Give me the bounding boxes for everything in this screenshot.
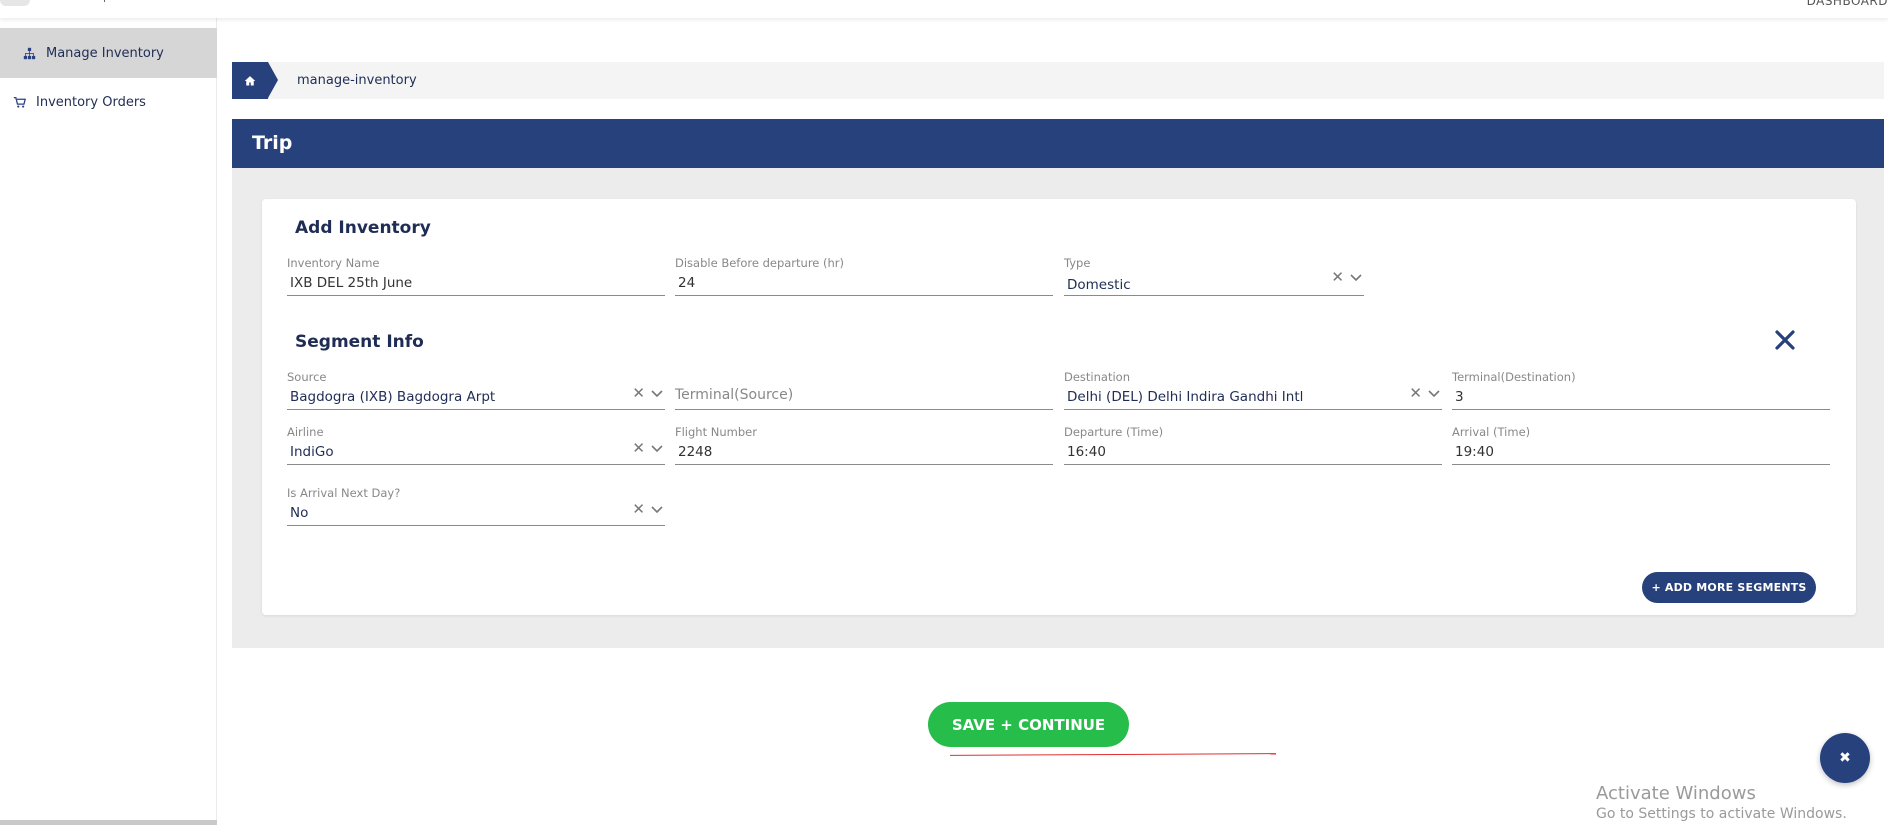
field-label: Flight Number — [675, 425, 757, 439]
logo[interactable] — [0, 0, 30, 6]
page-title: Trip — [252, 132, 293, 154]
chevron-down-icon[interactable] — [1350, 273, 1362, 282]
clear-icon[interactable]: ✕ — [1409, 386, 1422, 401]
terminal-source-input[interactable]: Terminal(Source) — [675, 370, 1053, 410]
watermark-title: Activate Windows — [1596, 783, 1756, 804]
field-label: Disable Before departure (hr) — [675, 256, 845, 270]
add-inventory-title: Add Inventory — [295, 218, 431, 238]
chevron-down-icon[interactable] — [651, 389, 663, 398]
sitemap-icon — [22, 46, 36, 60]
annotation-underline — [949, 753, 1277, 756]
type-select[interactable]: Type Domestic ✕ — [1064, 256, 1364, 296]
arrival-time-input[interactable]: Arrival (Time) 19:40 — [1452, 425, 1830, 465]
field-label: Type — [1064, 256, 1091, 270]
segment-info-title: Segment Info — [295, 332, 424, 352]
field-value: Bagdogra (IXB) Bagdogra Arpt — [290, 389, 496, 405]
breadcrumb-home[interactable] — [232, 62, 278, 99]
home-icon — [244, 75, 256, 85]
logo-mark — [104, 0, 108, 2]
field-value: 16:40 — [1067, 444, 1106, 460]
sidebar: Manage Inventory Inventory Orders — [0, 18, 217, 825]
field-label: Airline — [287, 425, 324, 439]
destination-select[interactable]: Destination Delhi (DEL) Delhi Indira Gan… — [1064, 370, 1442, 410]
field-value: Domestic — [1067, 277, 1131, 293]
watermark-subtitle: Go to Settings to activate Windows. — [1596, 806, 1847, 822]
field-value: IndiGo — [290, 444, 334, 460]
source-select[interactable]: Source Bagdogra (IXB) Bagdogra Arpt ✕ — [287, 370, 665, 410]
chevron-down-icon[interactable] — [1428, 389, 1440, 398]
field-label: Arrival (Time) — [1452, 425, 1531, 439]
field-value: 24 — [678, 275, 696, 291]
sidebar-item-manage-inventory[interactable]: Manage Inventory — [0, 28, 217, 78]
field-placeholder: Terminal(Source) — [675, 387, 794, 403]
field-value: 3 — [1455, 389, 1464, 405]
field-value: 2248 — [678, 444, 713, 460]
field-label: Departure (Time) — [1064, 425, 1164, 439]
field-value: 19:40 — [1455, 444, 1494, 460]
clear-icon[interactable]: ✕ — [632, 386, 645, 401]
field-value: IXB DEL 25th June — [290, 275, 413, 291]
breadcrumb: manage-inventory — [232, 62, 1884, 99]
remove-segment-button[interactable] — [1773, 328, 1797, 352]
sidebar-item-label: Manage Inventory — [46, 45, 164, 61]
dashboard-link[interactable]: DASHBOARD — [1807, 0, 1888, 8]
field-label: Inventory Name — [287, 256, 380, 270]
sidebar-scrollbar[interactable] — [0, 820, 217, 825]
field-label: Terminal(Destination) — [1452, 370, 1576, 384]
add-more-segments-button[interactable]: + ADD MORE SEGMENTS — [1642, 572, 1816, 603]
disable-before-field[interactable]: Disable Before departure (hr) 24 — [675, 256, 1053, 296]
inventory-name-field[interactable]: Inventory Name IXB DEL 25th June — [287, 256, 665, 296]
field-value: Delhi (DEL) Delhi Indira Gandhi Intl — [1067, 389, 1304, 405]
close-icon: ✖ — [1839, 750, 1851, 766]
close-icon — [1775, 330, 1795, 350]
field-label: Source — [287, 370, 327, 384]
top-header: DASHBOARD — [0, 0, 1888, 18]
field-label: Destination — [1064, 370, 1130, 384]
arrival-next-day-select[interactable]: Is Arrival Next Day? No ✕ — [287, 486, 665, 526]
airline-select[interactable]: Airline IndiGo ✕ — [287, 425, 665, 465]
clear-icon[interactable]: ✕ — [1331, 270, 1344, 285]
save-continue-button[interactable]: SAVE + CONTINUE — [928, 702, 1129, 747]
field-label: Is Arrival Next Day? — [287, 486, 401, 500]
departure-time-input[interactable]: Departure (Time) 16:40 — [1064, 425, 1442, 465]
sidebar-item-label: Inventory Orders — [36, 94, 146, 110]
trip-panel-header: Trip — [232, 119, 1884, 168]
clear-icon[interactable]: ✕ — [632, 441, 645, 456]
flight-number-input[interactable]: Flight Number 2248 — [675, 425, 1053, 465]
cart-icon — [12, 95, 26, 109]
floating-close-button[interactable]: ✖ — [1820, 733, 1870, 783]
breadcrumb-current: manage-inventory — [297, 73, 417, 88]
field-value: No — [290, 505, 309, 521]
sidebar-item-inventory-orders[interactable]: Inventory Orders — [0, 77, 217, 127]
chevron-down-icon[interactable] — [651, 444, 663, 453]
windows-activation-watermark: Activate Windows Go to Settings to activ… — [1596, 783, 1847, 822]
chevron-down-icon[interactable] — [651, 505, 663, 514]
clear-icon[interactable]: ✕ — [632, 502, 645, 517]
terminal-destination-input[interactable]: Terminal(Destination) 3 — [1452, 370, 1830, 410]
